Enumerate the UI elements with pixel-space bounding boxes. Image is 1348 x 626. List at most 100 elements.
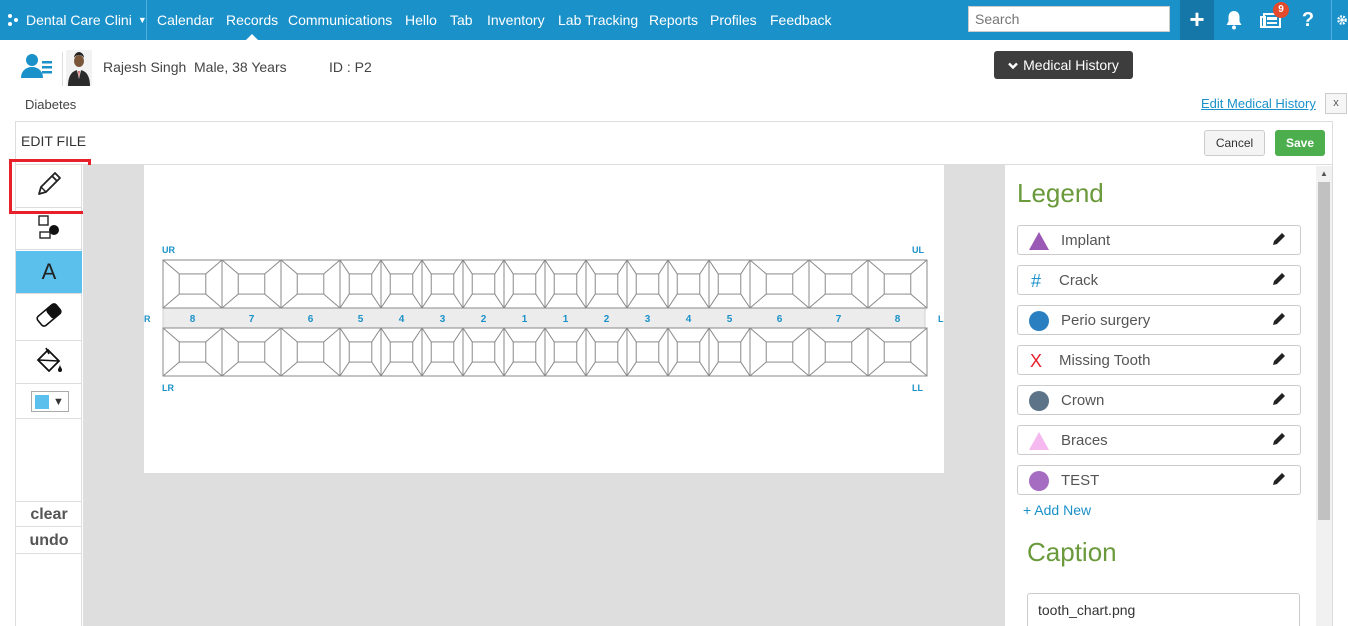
tooth-lower[interactable]: [380, 327, 423, 377]
eraser-tool[interactable]: [16, 295, 82, 341]
pencil-edit-icon[interactable]: [1272, 472, 1288, 488]
patient-gender-age: Male, 38 Years: [194, 59, 287, 75]
nav-hello[interactable]: Hello: [405, 0, 437, 40]
tooth-number: 7: [249, 314, 255, 325]
tooth-upper[interactable]: [708, 259, 751, 309]
medical-history-label: Medical History: [1023, 57, 1119, 73]
legend-item-braces[interactable]: Braces: [1017, 425, 1301, 455]
nav-profiles[interactable]: Profiles: [710, 0, 757, 40]
bell-icon[interactable]: [1222, 0, 1246, 40]
legend-item-missing-tooth[interactable]: X Missing Tooth: [1017, 345, 1301, 375]
tooth-upper[interactable]: [867, 259, 928, 309]
tooth-lower[interactable]: [421, 327, 464, 377]
practice-switcher[interactable]: Dental Care Clini ▼: [8, 0, 147, 40]
text-tool-icon: A: [41, 259, 57, 284]
patient-name[interactable]: Rajesh Singh: [103, 59, 186, 75]
clear-button[interactable]: clear: [16, 501, 82, 527]
tooth-number: 7: [836, 314, 842, 325]
tooth-upper[interactable]: [585, 259, 628, 309]
tooth-lower[interactable]: [280, 327, 341, 377]
pencil-edit-icon[interactable]: [1272, 312, 1288, 328]
legend-item-crack[interactable]: # Crack: [1017, 265, 1301, 295]
tooth-upper[interactable]: [667, 259, 710, 309]
tooth-lower[interactable]: [162, 327, 223, 377]
pencil-edit-icon[interactable]: [1272, 232, 1288, 248]
fill-tool[interactable]: [16, 342, 82, 384]
tooth-lower[interactable]: [808, 327, 869, 377]
tooth-lower[interactable]: [749, 327, 810, 377]
tooth-number: 6: [308, 314, 314, 325]
text-tool[interactable]: A: [16, 251, 82, 294]
close-button[interactable]: x: [1325, 93, 1347, 114]
nav-reports[interactable]: Reports: [649, 0, 698, 40]
tooth-chart[interactable]: UR UL LR LL R L 8 7 6 5 4 3 2 1 1 2 3 4 5 6 7 8: [144, 165, 944, 473]
undo-button[interactable]: undo: [16, 528, 82, 554]
tooth-upper[interactable]: [380, 259, 423, 309]
tooth-upper[interactable]: [462, 259, 505, 309]
caption-input[interactable]: tooth_chart.png: [1027, 593, 1300, 626]
medical-history-button[interactable]: Medical History: [994, 51, 1133, 79]
tooth-upper[interactable]: [808, 259, 869, 309]
tooth-upper[interactable]: [544, 259, 587, 309]
pencil-edit-icon[interactable]: [1272, 392, 1288, 408]
save-button[interactable]: Save: [1275, 130, 1325, 156]
nav-tab[interactable]: Tab: [450, 0, 473, 40]
legend-item-perio-surgery[interactable]: Perio surgery: [1017, 305, 1301, 335]
tooth-number: 6: [777, 314, 783, 325]
tooth-number: 5: [358, 314, 364, 325]
tooth-lower[interactable]: [544, 327, 587, 377]
tooth-lower[interactable]: [339, 327, 382, 377]
tooth-number: 4: [399, 314, 405, 325]
shapes-tool[interactable]: [16, 209, 82, 250]
color-picker[interactable]: ▼: [31, 391, 69, 412]
legend-item-test[interactable]: TEST: [1017, 465, 1301, 495]
nav-feedback[interactable]: Feedback: [770, 0, 831, 40]
tooth-number: 8: [190, 314, 196, 325]
tooth-upper[interactable]: [421, 259, 464, 309]
tooth-upper[interactable]: [280, 259, 341, 309]
pencil-edit-icon[interactable]: [1272, 432, 1288, 448]
nav-lab-tracking[interactable]: Lab Tracking: [558, 0, 638, 40]
nav-inventory[interactable]: Inventory: [487, 0, 545, 40]
tooth-upper[interactable]: [221, 259, 282, 309]
scroll-up-icon[interactable]: ▲: [1319, 169, 1329, 178]
nav-communications[interactable]: Communications: [288, 0, 392, 40]
nav-records[interactable]: Records: [226, 0, 278, 40]
tooth-number: 8: [895, 314, 901, 325]
add-new-legend-link[interactable]: + Add New: [1023, 502, 1091, 518]
search-input[interactable]: [968, 6, 1170, 32]
tooth-lower[interactable]: [667, 327, 710, 377]
help-icon[interactable]: ?: [1298, 0, 1318, 40]
tooth-upper[interactable]: [339, 259, 382, 309]
tooth-lower[interactable]: [626, 327, 669, 377]
tooth-number: 1: [522, 314, 528, 325]
notification-badge: 9: [1273, 2, 1289, 18]
tooth-lower[interactable]: [462, 327, 505, 377]
nav-calendar[interactable]: Calendar: [157, 0, 214, 40]
test-circle-icon: [1029, 471, 1049, 491]
tooth-lower[interactable]: [585, 327, 628, 377]
cancel-button[interactable]: Cancel: [1204, 130, 1265, 156]
tooth-upper[interactable]: [749, 259, 810, 309]
edit-medical-history-link[interactable]: Edit Medical History: [1201, 96, 1316, 111]
tooth-upper[interactable]: [503, 259, 546, 309]
highlight-box: [9, 159, 91, 214]
tooth-lower[interactable]: [503, 327, 546, 377]
patient-id: ID : P2: [329, 59, 372, 75]
tooth-number: 3: [440, 314, 446, 325]
tooth-lower[interactable]: [867, 327, 928, 377]
tooth-upper[interactable]: [162, 259, 223, 309]
settings-icon[interactable]: [1336, 0, 1348, 40]
legend-item-implant[interactable]: Implant: [1017, 225, 1301, 255]
patient-card-icon[interactable]: [20, 52, 54, 82]
pencil-edit-icon[interactable]: [1272, 272, 1288, 288]
legend-label: Implant: [1061, 232, 1111, 249]
legend-item-crown[interactable]: Crown: [1017, 385, 1301, 415]
tooth-number: 2: [604, 314, 610, 325]
tooth-lower[interactable]: [708, 327, 751, 377]
plus-icon[interactable]: +: [1180, 0, 1214, 40]
scrollbar-thumb[interactable]: [1318, 182, 1330, 520]
tooth-upper[interactable]: [626, 259, 669, 309]
pencil-edit-icon[interactable]: [1272, 352, 1288, 368]
tooth-lower[interactable]: [221, 327, 282, 377]
